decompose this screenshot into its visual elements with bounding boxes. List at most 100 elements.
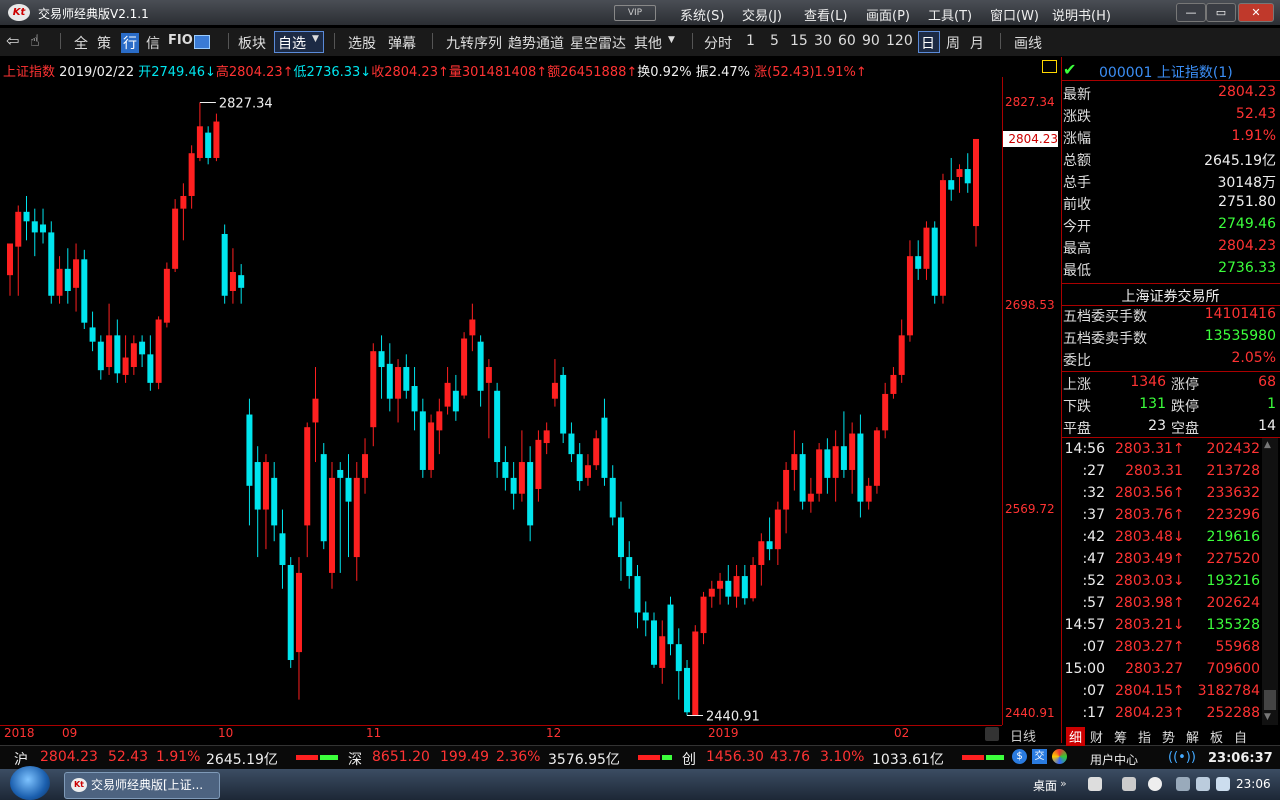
candle-up[interactable]: [923, 221, 930, 280]
candle-down[interactable]: [651, 612, 657, 668]
candle-up[interactable]: [56, 256, 63, 304]
tool-quote[interactable]: 行: [121, 33, 139, 53]
candle-up[interactable]: [865, 477, 872, 510]
candle-down[interactable]: [345, 454, 352, 558]
tray-app-icon[interactable]: [1088, 777, 1102, 791]
candle-up[interactable]: [312, 367, 319, 463]
signal-icon[interactable]: ((•)): [1168, 750, 1196, 765]
candle-down[interactable]: [642, 601, 649, 637]
candle-down[interactable]: [114, 319, 121, 383]
candle-up[interactable]: [750, 557, 757, 602]
candle-up[interactable]: [791, 430, 798, 491]
candle-up[interactable]: [428, 414, 435, 478]
candle-up[interactable]: [973, 138, 979, 247]
start-button-icon[interactable]: [10, 766, 50, 800]
candle-down[interactable]: [139, 335, 146, 368]
candle-down[interactable]: [320, 443, 327, 550]
panel-tab[interactable]: 细: [1066, 727, 1086, 746]
trade-icon[interactable]: 交: [1032, 749, 1047, 764]
candle-up[interactable]: [436, 398, 443, 455]
candle-up[interactable]: [262, 454, 269, 550]
tool-sector[interactable]: 板块: [238, 33, 266, 53]
menu-screen[interactable]: 画面(P): [866, 5, 910, 24]
tool-all[interactable]: 全: [74, 33, 88, 53]
candle-down[interactable]: [494, 382, 501, 478]
colorwheel-icon[interactable]: [1052, 749, 1067, 764]
candle-down[interactable]: [741, 564, 748, 605]
period-intraday[interactable]: 分时: [704, 33, 732, 53]
candle-up[interactable]: [188, 145, 195, 209]
hand-pointer-icon[interactable]: ☝: [30, 31, 40, 50]
tray-ime-icon[interactable]: [1122, 777, 1136, 791]
candle-down[interactable]: [221, 224, 228, 304]
candle-up[interactable]: [692, 625, 699, 716]
candle-down[interactable]: [766, 517, 773, 561]
menu-view[interactable]: 查看(L): [804, 5, 847, 24]
candle-down[interactable]: [601, 398, 608, 486]
candle-down[interactable]: [97, 335, 104, 380]
candle-up[interactable]: [535, 430, 542, 502]
candle-down[interactable]: [840, 411, 847, 478]
menu-system[interactable]: 系统(S): [680, 5, 724, 24]
candle-down[interactable]: [568, 422, 575, 463]
candle-down[interactable]: [147, 335, 154, 391]
candle-up[interactable]: [733, 564, 740, 608]
candle-up[interactable]: [774, 501, 781, 565]
period-60min[interactable]: 60: [838, 33, 856, 49]
candle-down[interactable]: [205, 126, 212, 165]
tool-fio[interactable]: FIO: [168, 33, 193, 48]
candle-up[interactable]: [213, 113, 220, 162]
candle-down[interactable]: [560, 367, 567, 444]
candle-up[interactable]: [130, 335, 137, 375]
candle-up[interactable]: [122, 335, 129, 383]
candle-down[interactable]: [725, 564, 732, 605]
tool-trend-channel[interactable]: 趋势通道: [508, 33, 564, 53]
candle-down[interactable]: [31, 208, 38, 257]
candle-up[interactable]: [469, 303, 476, 352]
candle-up[interactable]: [353, 462, 360, 581]
menu-trade[interactable]: 交易(J): [742, 5, 782, 24]
candle-down[interactable]: [799, 443, 806, 510]
candle-down[interactable]: [279, 509, 286, 589]
desktop-toolbar-label[interactable]: 桌面: [1033, 777, 1057, 794]
candle-up[interactable]: [584, 454, 591, 486]
candle-up[interactable]: [444, 367, 451, 415]
candle-up[interactable]: [708, 580, 715, 608]
tool-star-radar[interactable]: 星空雷达: [570, 33, 626, 53]
candle-down[interactable]: [857, 414, 864, 518]
candle-up[interactable]: [304, 422, 311, 558]
menu-manual[interactable]: 说明书(H): [1052, 5, 1111, 24]
candle-up[interactable]: [882, 382, 889, 439]
tick-scrollbar[interactable]: [1262, 438, 1278, 725]
minimize-button[interactable]: —: [1176, 3, 1206, 22]
candle-down[interactable]: [617, 501, 624, 581]
panel-tab[interactable]: 指: [1138, 727, 1151, 746]
period-5min[interactable]: 5: [770, 33, 779, 49]
tray-monitor-icon[interactable]: [1196, 777, 1210, 791]
close-button[interactable]: ✕: [1238, 3, 1274, 22]
tool-other[interactable]: 其他: [634, 33, 662, 53]
candle-down[interactable]: [510, 462, 517, 510]
candle-up[interactable]: [180, 183, 187, 241]
candle-down[interactable]: [502, 446, 509, 491]
candle-down[interactable]: [48, 221, 55, 304]
candle-up[interactable]: [172, 199, 179, 272]
period-120min[interactable]: 120: [886, 33, 913, 49]
panel-tab[interactable]: 板: [1210, 727, 1223, 746]
candle-down[interactable]: [609, 465, 616, 526]
menu-tools[interactable]: 工具(T): [928, 5, 972, 24]
candle-up[interactable]: [362, 438, 369, 494]
scroll-thumb[interactable]: [1264, 690, 1276, 710]
candle-down[interactable]: [667, 596, 674, 656]
candle-down[interactable]: [287, 557, 294, 668]
candle-down[interactable]: [527, 446, 534, 542]
candle-up[interactable]: [551, 359, 558, 407]
candle-down[interactable]: [626, 541, 633, 589]
period-30min[interactable]: 30: [814, 33, 832, 49]
candle-down[interactable]: [675, 628, 682, 700]
candle-up[interactable]: [370, 343, 377, 447]
candle-up[interactable]: [155, 316, 162, 390]
maximize-button[interactable]: ▭: [1206, 3, 1236, 22]
tray-volume-icon[interactable]: [1216, 777, 1230, 791]
candle-up[interactable]: [659, 620, 666, 684]
